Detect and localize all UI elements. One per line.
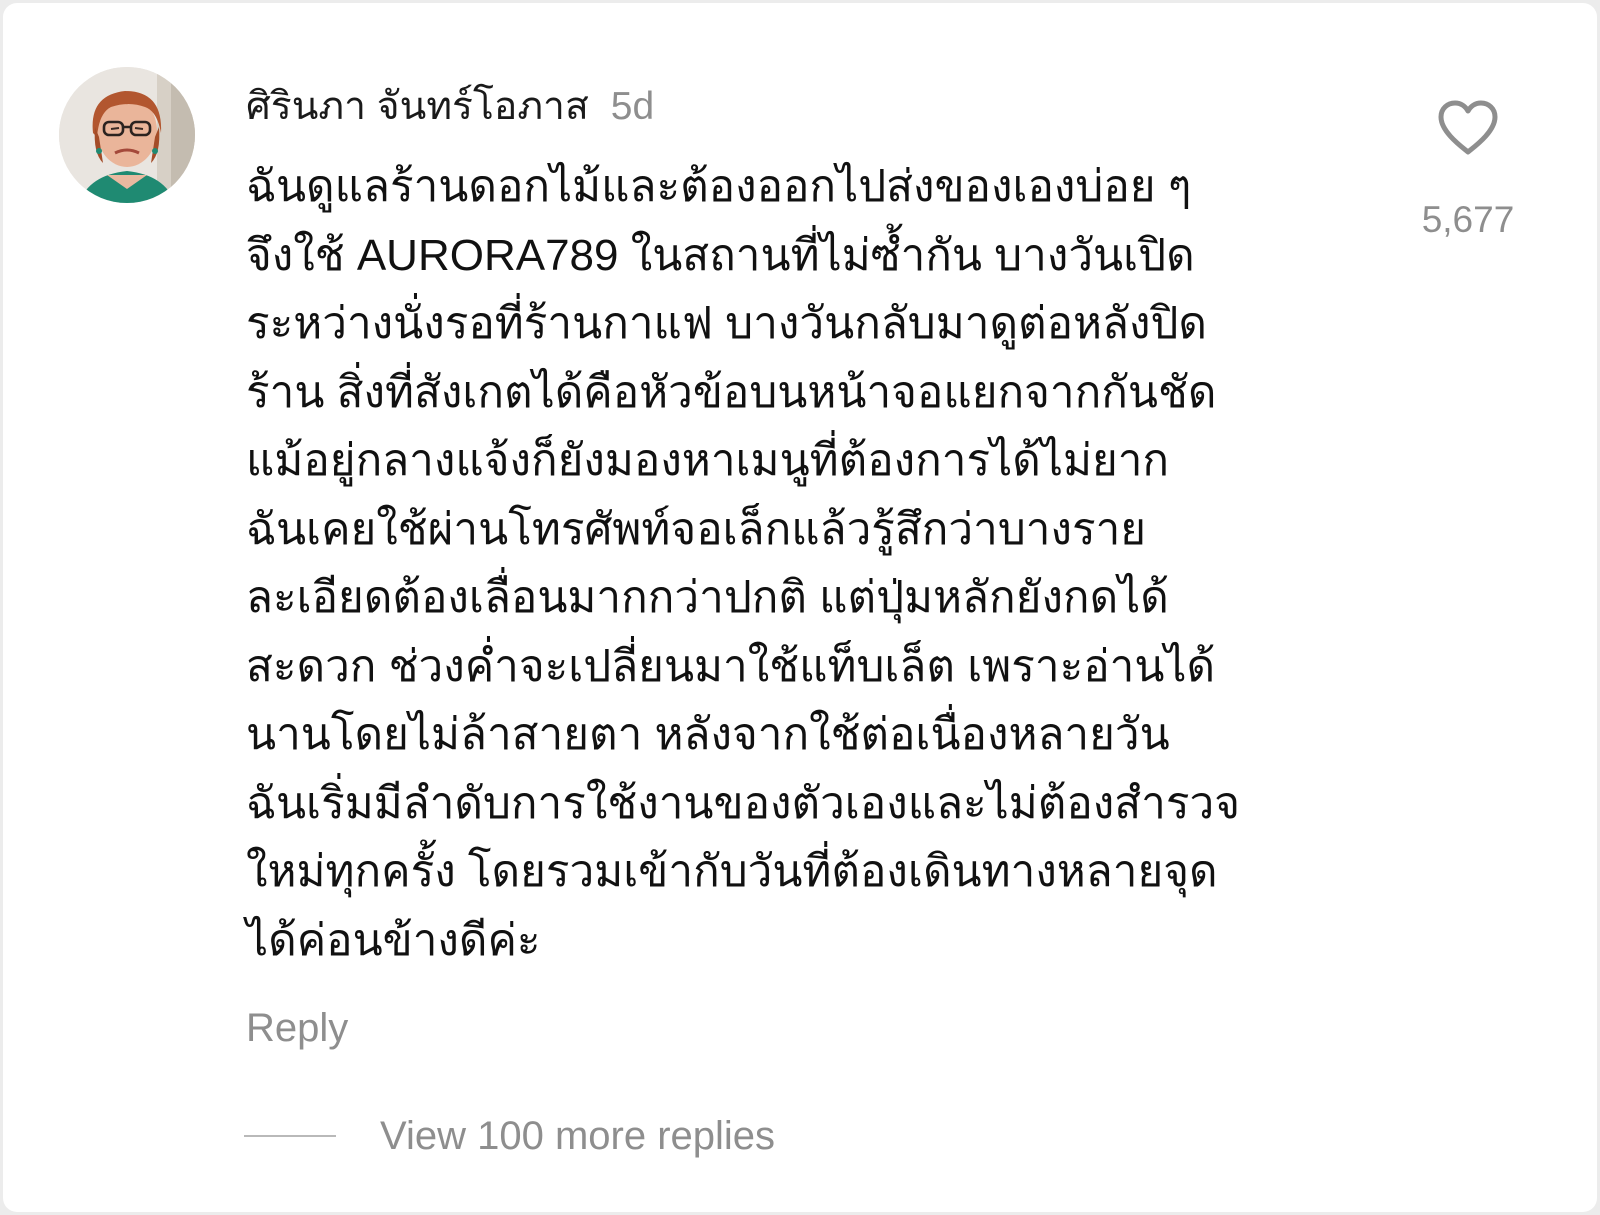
replies-divider [244, 1135, 336, 1137]
comment-line: ละเอียดต้องเลื่อนมากกว่าปกติ แต่ปุ่มหลัก… [246, 573, 1169, 622]
author-name[interactable]: ศิรินภา จันทร์โอภาส [246, 75, 589, 137]
comment-line: แม้อยู่กลางแจ้งก็ยังมองหาเมนูที่ต้องการไ… [246, 436, 1170, 485]
comment-body: ฉันดูแลร้านดอกไม้และต้องออกไปส่งของเองบ่… [246, 153, 1356, 975]
comment-card: ศิรินภา จันทร์โอภาส 5d ฉันดูแลร้านดอกไม้… [3, 3, 1597, 1212]
comment-line: ฉันดูแลร้านดอกไม้และต้องออกไปส่งของเองบ่… [246, 162, 1192, 211]
heart-outline-icon [1438, 100, 1498, 155]
comment-line: ร้าน สิ่งที่สังเกตได้คือหัวข้อบนหน้าจอแย… [246, 367, 1217, 417]
like-button[interactable] [1436, 99, 1500, 157]
reply-button[interactable]: Reply [246, 1006, 348, 1051]
avatar[interactable] [59, 67, 195, 203]
comment-header: ศิรินภา จันทร์โอภาส 5d [246, 75, 654, 131]
comment-line: ใหม่ทุกครั้ง โดยรวมเข้ากับวันที่ต้องเดิน… [246, 847, 1218, 896]
avatar-photo [59, 67, 195, 203]
view-more-replies-label: View 100 more replies [380, 1113, 776, 1158]
comment-line: ฉันเริ่มมีลำดับการใช้งานของตัวเองและไม่ต… [246, 778, 1240, 828]
comment-line: นานโดยไม่ล้าสายตา หลังจากใช้ต่อเนื่องหลา… [246, 710, 1170, 759]
comment-timestamp: 5d [610, 85, 655, 128]
comment-line: ได้ค่อนข้างดีค่ะ [246, 915, 541, 965]
comment-line: ฉันเคยใช้ผ่านโทรศัพท์จอเล็กแล้วรู้สึกว่า… [246, 504, 1147, 554]
comment-line: ระหว่างนั่งรอที่ร้านกาแฟ บางวันกลับมาดูต… [246, 299, 1207, 348]
comment-line: สะดวก ช่วงค่ำจะเปลี่ยนมาใช้แท็บเล็ต เพรา… [246, 641, 1216, 691]
view-more-replies-button[interactable]: View 100 more replies [244, 1109, 775, 1163]
comment-line: จึงใช้ AURORA789 ในสถานที่ไม่ซ้ำกัน บางว… [246, 230, 1195, 280]
like-count: 5,677 [1421, 199, 1515, 240]
